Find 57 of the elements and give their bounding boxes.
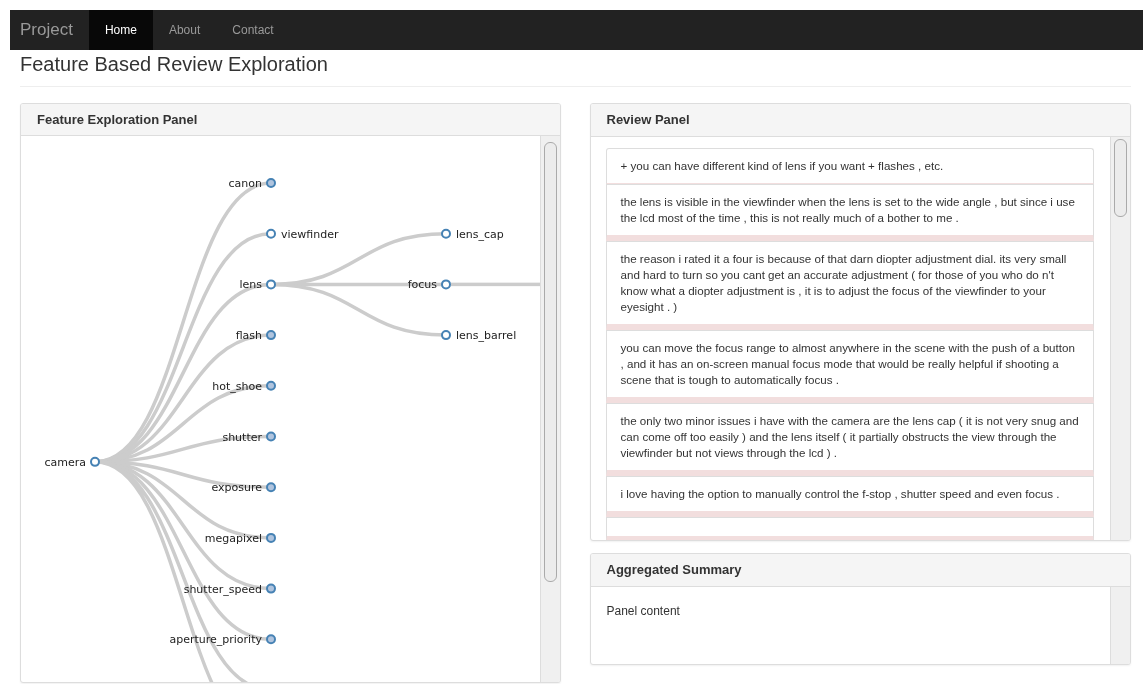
node-label: flash <box>235 329 262 343</box>
node-circle-icon[interactable] <box>266 330 276 341</box>
nav-link[interactable]: Home <box>88 10 153 50</box>
node-circle-icon[interactable] <box>266 482 276 493</box>
node-label: canon <box>228 177 262 191</box>
node-label: megapixel <box>204 532 262 546</box>
review-item[interactable]: you can move the focus range to almost anywhere in the scene with the push of a button , and it has an on-screen manual focus mode that would be really helpful if shooting a scene that is tough to automatically focus . <box>605 329 1094 403</box>
node-circle-icon[interactable] <box>90 457 100 468</box>
panel-content: Panel content <box>606 604 680 618</box>
node-label: shutter <box>222 430 262 444</box>
tree-node[interactable]: flash <box>235 329 276 343</box>
node-circle-icon[interactable] <box>266 634 276 645</box>
tree-node[interactable]: hot_shoe <box>212 380 276 393</box>
tree-node[interactable]: lens_cap <box>441 227 504 241</box>
tree-node[interactable]: focus <box>407 278 451 292</box>
tree-node[interactable]: exposure <box>211 481 276 495</box>
tree-node[interactable]: viewfinder <box>266 227 339 241</box>
node-circle-icon[interactable] <box>441 279 451 290</box>
panel-title: Review Panel <box>590 104 1130 137</box>
tree-node[interactable]: lens_barrel <box>441 329 517 343</box>
review-item[interactable]: the lens is visible in the viewfinder when the lens is set to the wide angle , but since i use the lcd most of the time , this is not really much of a bother to me . <box>605 183 1094 241</box>
node-label: lens_barrel <box>456 329 517 343</box>
tree-node[interactable]: megapixel <box>204 532 276 546</box>
node-label: lens_cap <box>456 227 504 241</box>
node-circle-icon[interactable] <box>441 228 451 239</box>
tree-node[interactable]: canon <box>228 177 276 191</box>
nav-link[interactable]: Contact <box>216 10 290 50</box>
panel-title: Feature Exploration Panel <box>21 104 560 137</box>
tree-node[interactable]: shutter_speed <box>183 582 276 596</box>
node-circle-icon[interactable] <box>266 178 276 189</box>
node-circle-icon[interactable] <box>266 381 276 391</box>
node-circle-icon[interactable] <box>266 533 276 544</box>
tree-node[interactable]: lens <box>239 278 276 292</box>
node-label: lens <box>239 278 262 292</box>
review-item[interactable]: the reason i rated it a four is because of that darn diopter adjustment dial. its very small and hard to turn so you cant get an accurate adjustment ( for those of you who do n't know what a diopter adjustment is , it is to adjust the focus of the viewfinder to your eyesight . ) <box>605 240 1094 330</box>
node-circle-icon[interactable] <box>266 228 276 239</box>
tree-node[interactable]: camera <box>44 456 100 470</box>
node-circle-icon[interactable] <box>266 583 276 594</box>
node-circle-icon[interactable] <box>266 279 276 290</box>
panel-title: Aggregated Summary <box>590 554 1130 587</box>
node-circle-icon[interactable] <box>266 431 276 442</box>
node-label: exposure <box>211 481 262 495</box>
review-item[interactable]: i love having the option to manually control the f-stop , shutter speed and even focus . <box>605 475 1094 517</box>
node-label: shutter_speed <box>183 582 262 596</box>
node-label: focus <box>407 278 437 292</box>
node-circle-icon[interactable] <box>441 330 451 341</box>
tree-node[interactable]: shutter <box>222 430 276 444</box>
node-label: hot_shoe <box>212 380 262 393</box>
nav-link[interactable]: About <box>152 10 217 50</box>
review-item[interactable]: the only two minor issues i have with the camera are the lens cap ( it is not very snug and can come off too easily ) and the lens itself ( it partially obstructs the view through the viewfinder but not views through the lcd ) . <box>605 402 1094 476</box>
node-label: viewfinder <box>281 227 339 241</box>
scrollbar[interactable] <box>1110 136 1130 540</box>
review-item[interactable]: + you can have different kind of lens if you want + flashes , etc. <box>605 147 1094 184</box>
page-title: Feature Based Review Exploration <box>20 52 329 76</box>
scrollbar[interactable] <box>539 136 560 682</box>
brand-link[interactable]: Project <box>10 10 89 50</box>
node-label: camera <box>44 456 86 470</box>
